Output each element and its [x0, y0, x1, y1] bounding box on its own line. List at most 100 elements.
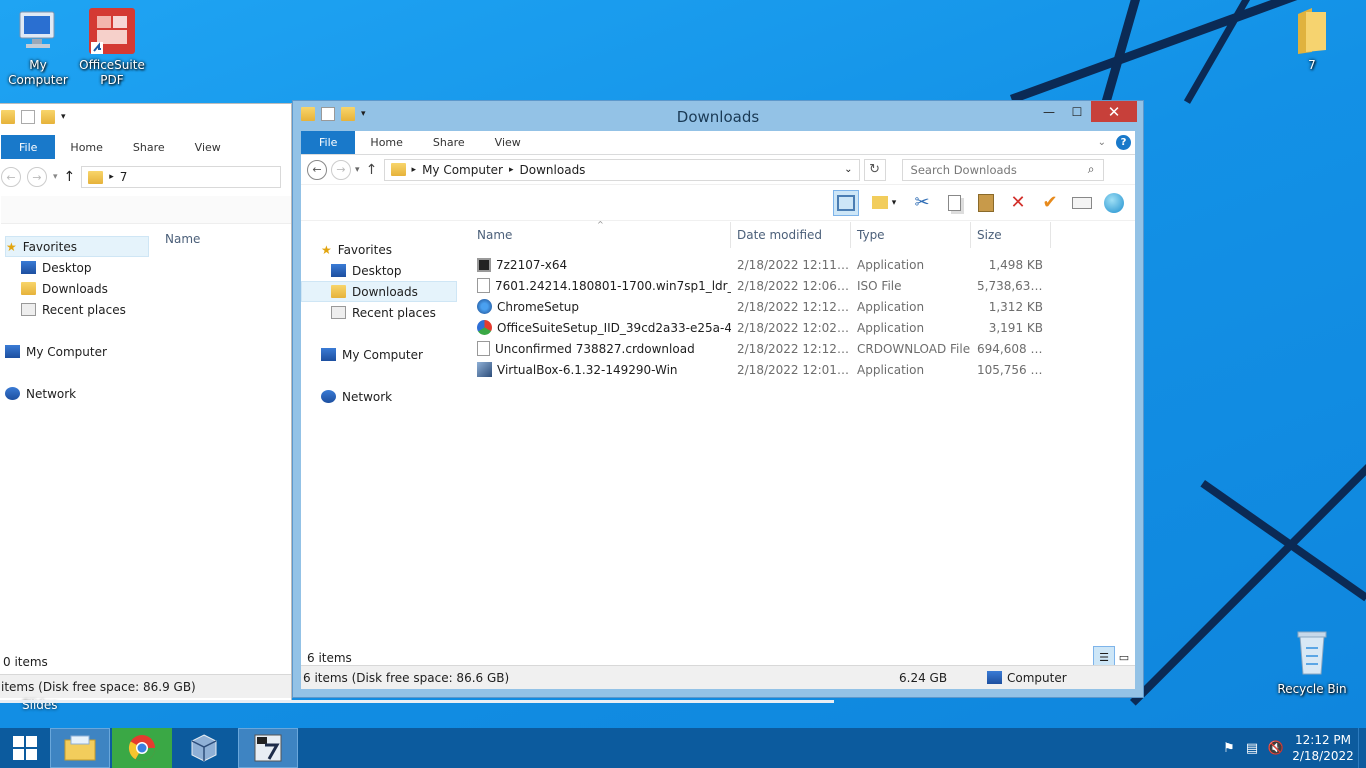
- nav-network[interactable]: Network: [5, 383, 149, 404]
- 7zip-icon: [477, 257, 491, 272]
- nav-my-computer[interactable]: My Computer: [301, 344, 461, 365]
- network-tray-icon[interactable]: ▤: [1240, 741, 1264, 756]
- address-text: 7: [119, 170, 128, 184]
- action-center-icon[interactable]: ⚑: [1218, 741, 1240, 756]
- volume-muted-icon[interactable]: 🔇: [1264, 741, 1288, 756]
- up-button[interactable]: ↑: [364, 162, 380, 178]
- window-title: Downloads: [676, 108, 760, 126]
- table-row[interactable]: 7601.24214.180801-1700.win7sp1_ldr_escr.…: [471, 275, 1131, 296]
- wallpaper-line: [1183, 0, 1250, 104]
- address-field[interactable]: ▸ 7: [81, 166, 282, 188]
- tab-view[interactable]: View: [480, 131, 536, 154]
- title-bar[interactable]: ▾ Downloads — ☐ ✕: [293, 101, 1143, 131]
- column-header-date-modified[interactable]: Date modified: [731, 222, 851, 248]
- close-button[interactable]: ✕: [1091, 101, 1137, 122]
- paste-button[interactable]: [973, 190, 999, 216]
- refresh-button[interactable]: ↻: [863, 158, 886, 181]
- chevron-right-icon: ▸: [109, 172, 114, 182]
- desktop-icon-my-computer[interactable]: My Computer: [0, 8, 76, 88]
- taskbar-file-explorer[interactable]: [50, 728, 110, 768]
- properties-button[interactable]: [1069, 190, 1095, 216]
- tab-home[interactable]: Home: [55, 135, 117, 159]
- start-button[interactable]: [0, 728, 50, 768]
- search-input[interactable]: Search Downloads ⌕: [901, 158, 1104, 181]
- nav-my-computer[interactable]: My Computer: [5, 341, 149, 362]
- desktop-icon-folder-7[interactable]: 7: [1274, 6, 1350, 73]
- desktop-icon-label: Computer: [8, 73, 68, 87]
- show-desktop-button[interactable]: [1358, 728, 1366, 768]
- chevron-down-icon[interactable]: ▾: [61, 112, 66, 122]
- taskbar-virtualbox[interactable]: [174, 728, 234, 768]
- preview-pane-button[interactable]: [833, 189, 859, 216]
- column-header-name[interactable]: Name: [165, 232, 200, 246]
- delete-button[interactable]: ✕: [1005, 190, 1031, 216]
- computer-icon: [321, 348, 336, 361]
- downloads-folder-icon: [21, 282, 36, 295]
- nav-downloads[interactable]: Downloads: [5, 278, 149, 299]
- tab-view[interactable]: View: [180, 135, 236, 159]
- explorer-window-downloads[interactable]: ▾ Downloads — ☐ ✕ File Home Share View ⌄…: [292, 100, 1144, 698]
- rename-button[interactable]: ✔: [1037, 190, 1063, 216]
- delete-icon: ✕: [1010, 192, 1026, 213]
- table-row[interactable]: 7z2107-x64 2/18/2022 12:11 PM Applicatio…: [471, 254, 1131, 275]
- status-size: 6.24 GB: [899, 670, 948, 685]
- table-row[interactable]: OfficeSuiteSetup_IID_39cd2a33-e25a-4e4..…: [471, 317, 1131, 338]
- explorer-window-back[interactable]: ▾ File Home Share View ← → ▾ ↑ ▸ 7 ★ Favo…: [0, 103, 292, 701]
- nav-network[interactable]: Network: [301, 386, 461, 407]
- taskbar-7zip[interactable]: [238, 728, 298, 768]
- taskbar-chrome[interactable]: [112, 728, 172, 768]
- details-view-icon: ☰: [1099, 650, 1109, 664]
- properties-icon: [1072, 196, 1092, 209]
- breadcrumb-downloads[interactable]: Downloads: [520, 163, 586, 177]
- address-field[interactable]: ▸ My Computer ▸ Downloads ⌄: [383, 158, 860, 181]
- status-bar: items (Disk free space: 86.9 GB): [0, 674, 291, 698]
- nav-favorites[interactable]: ★ Favorites: [301, 239, 461, 260]
- tab-share[interactable]: Share: [418, 131, 480, 154]
- expand-ribbon-icon[interactable]: ⌄: [1098, 137, 1106, 148]
- new-folder-icon[interactable]: [41, 110, 55, 124]
- forward-button[interactable]: →: [331, 159, 351, 180]
- back-button[interactable]: ←: [1, 167, 21, 187]
- copy-icon: [947, 194, 961, 211]
- nav-recent-places[interactable]: Recent places: [5, 299, 149, 320]
- internet-button[interactable]: [1101, 190, 1127, 216]
- address-dropdown-icon[interactable]: ⌄: [844, 164, 852, 175]
- item-count: 0 items: [3, 655, 48, 669]
- desktop-icon-label: Recycle Bin: [1277, 682, 1347, 696]
- properties-icon[interactable]: [21, 110, 35, 124]
- cut-button[interactable]: ✂: [909, 190, 935, 216]
- help-icon[interactable]: ?: [1116, 135, 1131, 150]
- column-header-type[interactable]: Type: [851, 222, 971, 248]
- table-row[interactable]: ChromeSetup 2/18/2022 12:12 PM Applicati…: [471, 296, 1131, 317]
- recent-locations-icon[interactable]: ▾: [355, 165, 360, 175]
- address-bar: ← → ▾ ↑ ▸ My Computer ▸ Downloads ⌄ ↻ Se…: [301, 155, 1135, 185]
- tab-home[interactable]: Home: [355, 131, 417, 154]
- tab-file[interactable]: File: [1, 135, 56, 159]
- maximize-button[interactable]: ☐: [1063, 101, 1091, 122]
- desktop-icon-officesuite-pdf[interactable]: OfficeSuite PDF: [74, 8, 150, 88]
- downloads-folder-icon: [331, 285, 346, 298]
- breadcrumb-my-computer[interactable]: My Computer: [422, 163, 503, 177]
- nav-desktop[interactable]: Desktop: [5, 257, 149, 278]
- recent-locations-icon[interactable]: ▾: [53, 172, 58, 182]
- table-row[interactable]: VirtualBox-6.1.32-149290-Win 2/18/2022 1…: [471, 359, 1131, 380]
- back-button[interactable]: ←: [307, 159, 327, 180]
- copy-button[interactable]: [941, 190, 967, 216]
- table-row[interactable]: Unconfirmed 738827.crdownload 2/18/2022 …: [471, 338, 1131, 359]
- minimize-button[interactable]: —: [1035, 101, 1063, 122]
- forward-button[interactable]: →: [27, 167, 47, 187]
- tab-file[interactable]: File: [301, 131, 356, 154]
- tab-share[interactable]: Share: [118, 135, 180, 159]
- nav-desktop[interactable]: Desktop: [301, 260, 461, 281]
- chevron-down-icon[interactable]: ▾: [892, 198, 897, 208]
- new-folder-button[interactable]: ▾: [865, 190, 903, 216]
- status-bar: 6 items (Disk free space: 86.6 GB) 6.24 …: [301, 665, 1135, 689]
- nav-downloads[interactable]: Downloads: [301, 281, 457, 302]
- nav-recent-places[interactable]: Recent places: [301, 302, 461, 323]
- up-button[interactable]: ↑: [64, 169, 76, 185]
- nav-favorites[interactable]: ★ Favorites: [5, 236, 149, 257]
- desktop-icon-recycle-bin[interactable]: Recycle Bin: [1274, 630, 1350, 697]
- chevron-right-icon: ▸: [411, 164, 417, 175]
- clock[interactable]: 12:12 PM 2/18/2022: [1288, 732, 1358, 764]
- column-header-size[interactable]: Size: [971, 222, 1051, 248]
